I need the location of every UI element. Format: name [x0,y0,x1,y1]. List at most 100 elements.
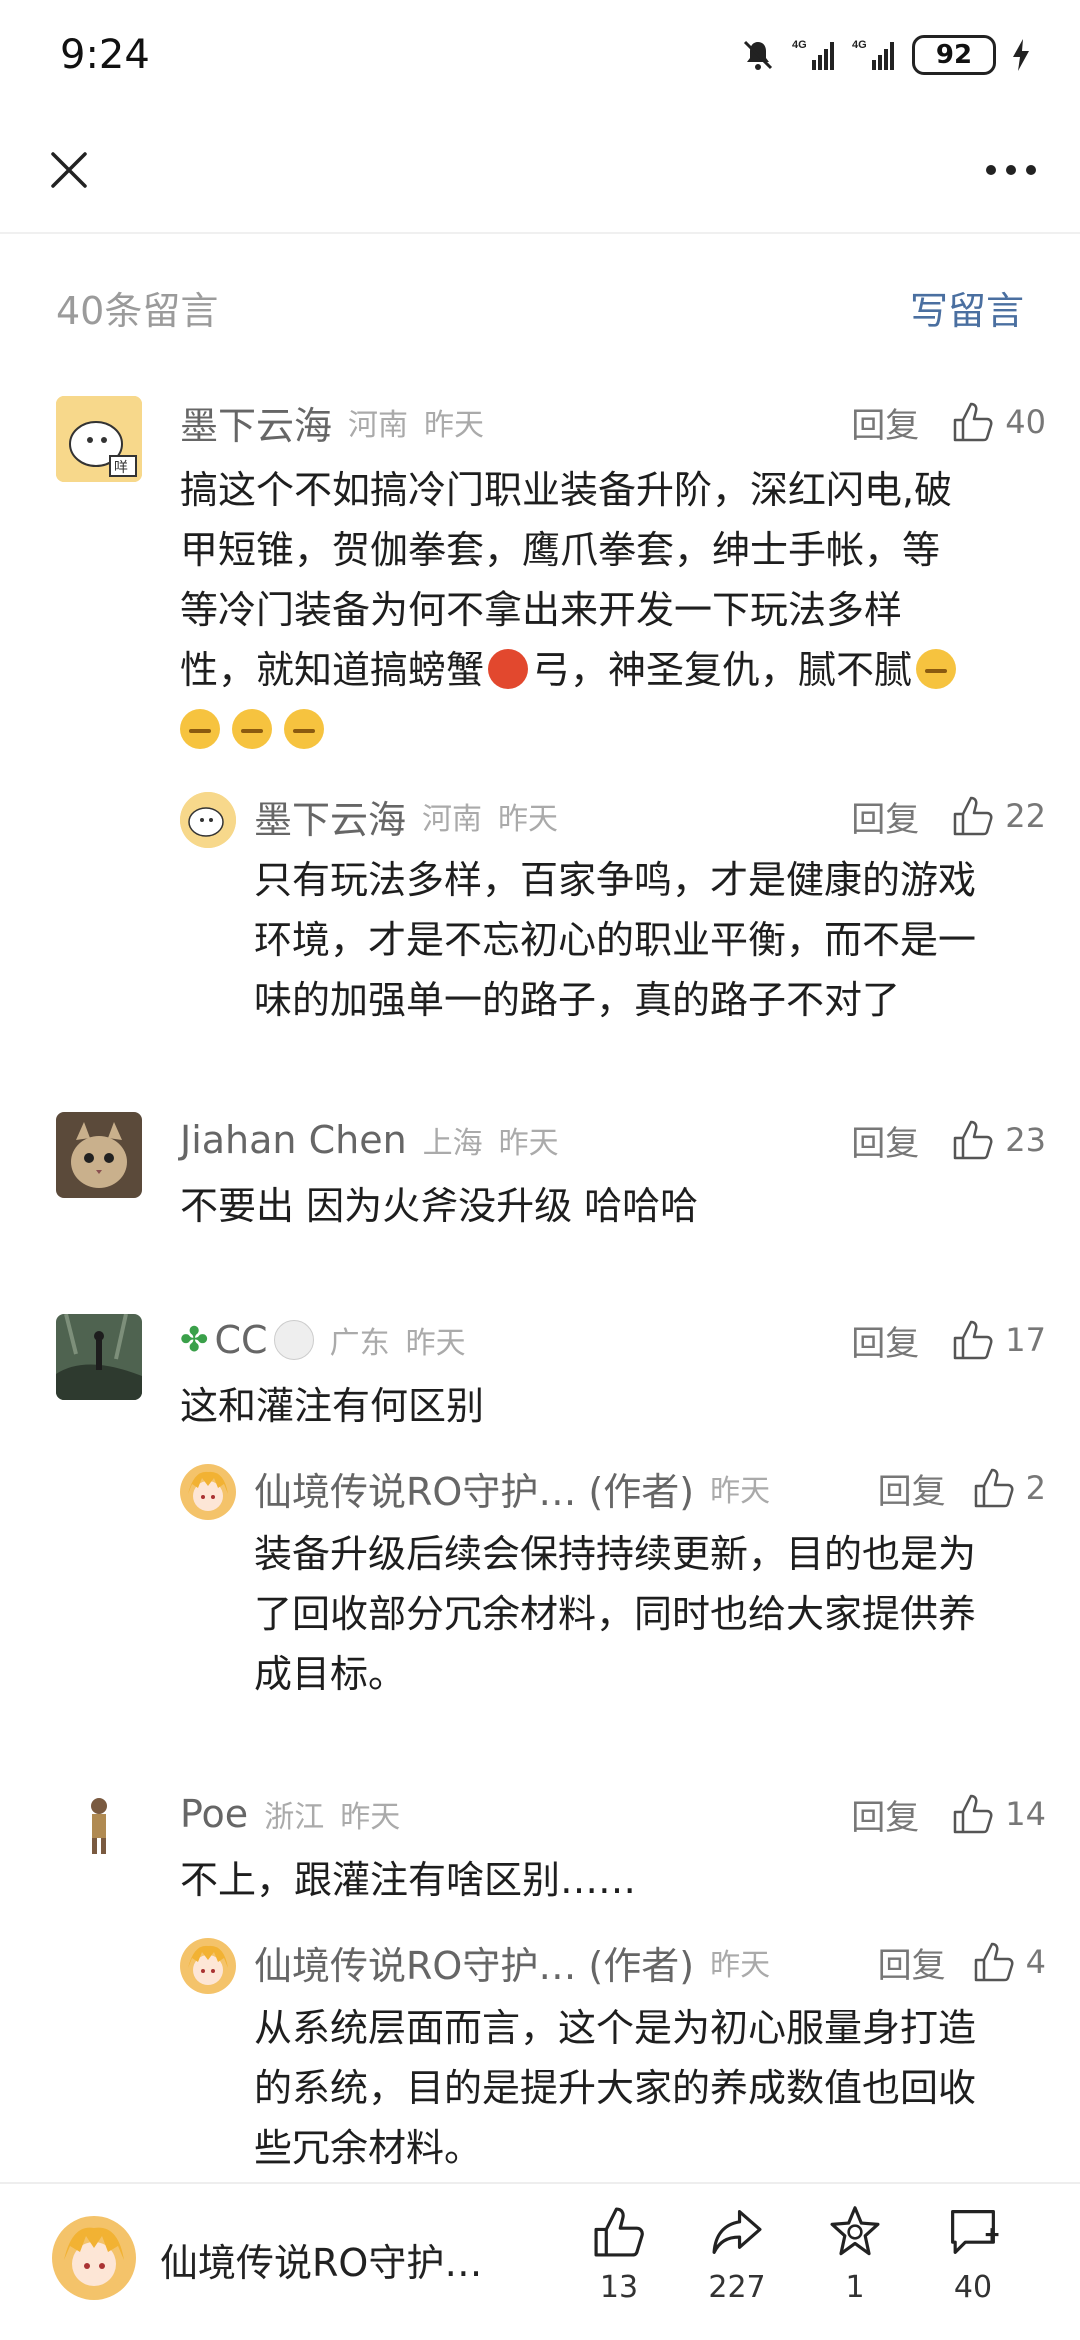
reply-button[interactable]: 回复 [878,1938,946,1987]
location: 河南 [348,408,409,443]
reply-button[interactable]: 回复 [851,792,919,841]
crab-emoji-icon [488,649,529,689]
comment-line: 不要出 因为火斧没升级 哈哈哈 [180,1184,699,1228]
reply-line: 了回收部分冗余材料，同时也给大家提供养 [254,1592,977,1636]
like-action[interactable]: 13 [574,2204,664,2305]
comment-line: 这和灌注有何区别 [180,1384,485,1428]
username-text: 仙境传说RO守护… [254,1469,577,1514]
comment-icon [951,2210,999,2254]
reply-text: 从系统层面而言，这个是为初心服量身打造 的系统，目的是提升大家的养成数值也回收 … [254,1998,1054,2178]
location: 浙江 [264,1800,325,1835]
signal-icon-2: 4G [852,38,896,72]
comment-line: 等冷门装备为何不拿出来开发一下玩法多样 [180,588,903,632]
favorite-action[interactable]: 1 [810,2204,900,2305]
comment-text: 不上，跟灌注有啥区别…… [180,1850,1020,1910]
author-avatar[interactable] [180,1464,236,1520]
favorite-count: 1 [845,2270,865,2305]
like-count: 23 [1005,1121,1046,1159]
svg-text:4G: 4G [852,39,867,51]
like-count: 22 [1005,797,1046,835]
more-icon [986,165,1036,175]
like-button[interactable]: 2 [972,1466,1046,1510]
thumbs-up-icon [974,1468,1014,1508]
comment-count: 40 [953,2270,993,2305]
username[interactable]: ✤ CC [180,1318,314,1362]
comment-meta: ✤ CC 广东 昨天 [180,1312,466,1368]
reply-line: 环境，才是不忘初心的职业平衡，而不是一 [254,918,977,962]
account-avatar[interactable] [52,2216,136,2300]
username[interactable]: 墨下云海 [254,789,406,844]
bottom-bar: 仙境传说RO守护… 13 227 1 40 [0,2182,1080,2340]
like-button[interactable]: 17 [951,1318,1046,1362]
comment-action[interactable]: 40 [928,2204,1018,2305]
reply-meta: 仙境传说RO守护… (作者) 昨天 [254,1460,770,1516]
timestamp: 昨天 [498,1126,559,1161]
comment-text: 搞这个不如搞冷门职业装备升阶，深红闪电,破 甲短锥，贺伽拳套，鹰爪拳套，绅士手帐… [180,460,1020,760]
username[interactable]: Jiahan Chen [180,1118,407,1162]
reply-line: 成目标。 [254,1652,407,1696]
comment-actions: 回复 23 [851,1112,1046,1168]
like-count: 13 [599,2270,639,2305]
username[interactable]: Poe [180,1792,248,1836]
reply-button[interactable]: 回复 [851,1790,919,1839]
status-icons: 4G 4G 92 [740,35,1030,75]
reply-button[interactable]: 回复 [851,1116,919,1165]
author-tag: (作者) [588,1469,695,1514]
username[interactable]: 仙境传说RO守护… (作者) [254,1461,694,1516]
thumbs-up-icon [954,1794,993,1834]
like-button[interactable]: 4 [972,1940,1046,1984]
share-count: 227 [708,2270,766,2305]
reply-avatar[interactable] [180,792,236,848]
author-avatar[interactable] [180,1938,236,1994]
rabbit-icon [273,1320,314,1360]
reply-button[interactable]: 回复 [878,1464,946,1513]
avatar[interactable]: 咩 [56,396,142,482]
comment-line: 搞这个不如搞冷门职业装备升阶，深红闪电,破 [180,468,953,512]
close-icon [51,152,87,188]
top-bar [0,110,1080,230]
like-button[interactable]: 40 [951,400,1046,444]
comment-actions: 回复 17 [851,1312,1046,1368]
reply-meta: 仙境传说RO守护… (作者) 昨天 [254,1934,770,1990]
thumbs-up-icon [594,2207,644,2257]
avatar[interactable] [56,1786,142,1872]
thumbs-up-icon [954,796,993,836]
username[interactable]: 墨下云海 [180,395,332,450]
reply-button[interactable]: 回复 [851,1316,919,1365]
close-button[interactable] [34,135,104,205]
thumbs-up-icon [954,1320,993,1360]
status-time: 9:24 [60,32,150,78]
reply-line: 只有玩法多样，百家争鸣，才是健康的游戏 [254,858,977,902]
username-text: 仙境传说RO守护… [254,1943,577,1988]
reply-button[interactable]: 回复 [851,398,919,447]
like-count: 14 [1005,1795,1046,1833]
comment-actions: 回复 40 [851,394,1046,450]
reply-line: 味的加强单一的路子，真的路子不对了 [254,978,901,1022]
battery-indicator: 92 [912,35,996,75]
comment-line: 甲短锥，贺伽拳套，鹰爪拳套，绅士手帐，等 [180,528,941,572]
like-count: 40 [1005,403,1046,441]
timestamp: 昨天 [710,1948,771,1983]
thumbs-up-icon [974,1942,1014,1982]
like-count: 4 [1025,1943,1046,1981]
sweat-emoji-icon [916,649,957,689]
like-button[interactable]: 23 [951,1118,1046,1162]
avatar[interactable] [56,1314,142,1400]
account-name[interactable]: 仙境传说RO守护… [160,2232,482,2287]
avatar[interactable] [56,1112,142,1198]
share-icon [712,2210,762,2254]
comments-header: 40条留言 写留言 [0,262,1080,352]
status-bar: 9:24 4G 4G 92 [0,0,1080,110]
comment-actions: 回复 14 [851,1786,1046,1842]
username[interactable]: 仙境传说RO守护… (作者) [254,1935,694,1990]
like-button[interactable]: 14 [951,1792,1046,1836]
like-count: 17 [1005,1321,1046,1359]
share-action[interactable]: 227 [692,2204,782,2305]
reply-line: 些冗余材料。 [254,2126,483,2170]
write-comment-link[interactable]: 写留言 [910,280,1024,335]
charging-icon [1012,39,1030,71]
like-button[interactable]: 22 [951,794,1046,838]
more-button[interactable] [976,135,1046,205]
sweat-emoji-icon [180,709,220,749]
comments-count: 40条留言 [56,288,219,333]
